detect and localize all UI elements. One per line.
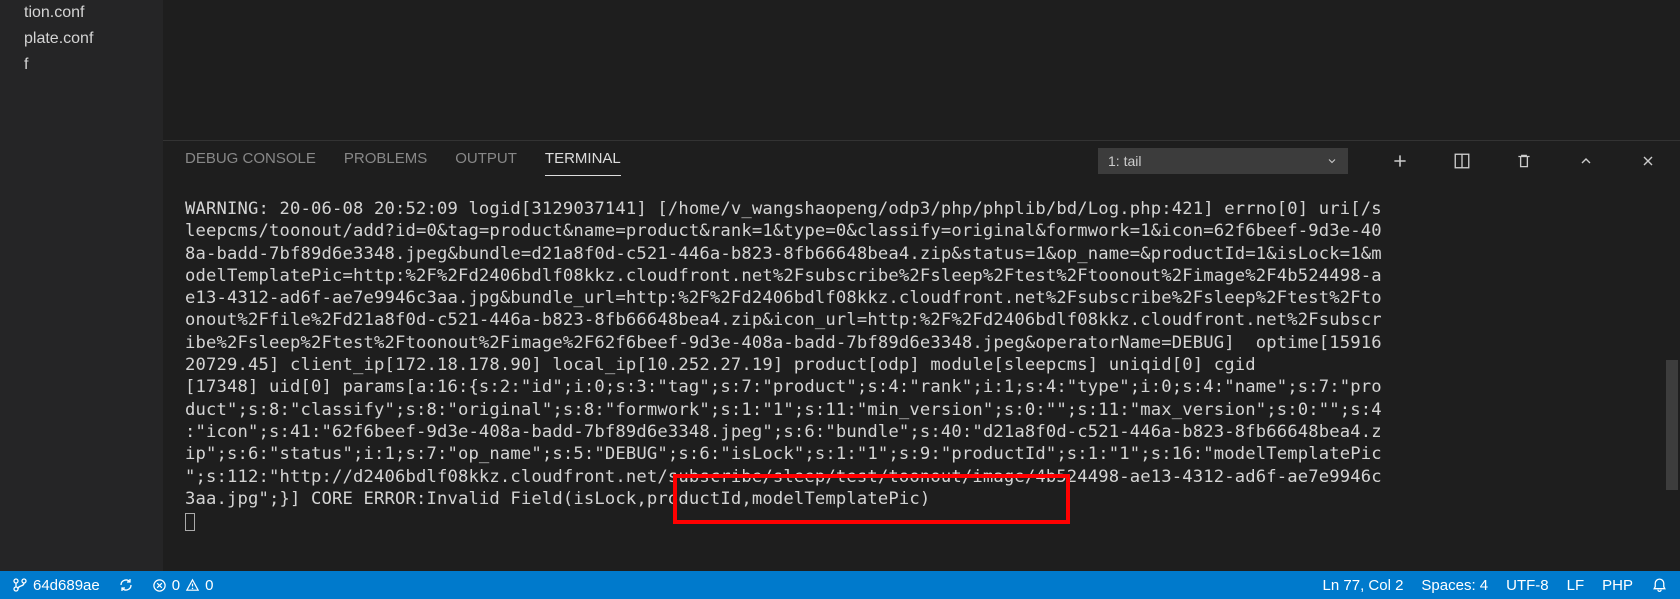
bell-icon: [1651, 577, 1668, 594]
plus-icon: [1391, 152, 1409, 170]
cursor-position[interactable]: Ln 77, Col 2: [1323, 577, 1404, 594]
chevron-down-icon: [1326, 155, 1338, 167]
file-tree-item[interactable]: f: [0, 52, 163, 78]
panel-tab-bar: DEBUG CONSOLE PROBLEMS OUTPUT TERMINAL 1…: [163, 140, 1680, 180]
status-bar: 64d689ae 0 0 Ln 77, Col 2 Spaces: 4 UTF-…: [0, 571, 1680, 599]
sync-status[interactable]: [118, 577, 134, 593]
tab-terminal[interactable]: TERMINAL: [545, 146, 621, 176]
encoding-status[interactable]: UTF-8: [1506, 577, 1549, 594]
terminal-selector-label: 1: tail: [1108, 153, 1141, 169]
editor-viewport[interactable]: [163, 0, 1680, 140]
file-explorer-sidebar[interactable]: tion.conf plate.conf f: [0, 0, 163, 571]
terminal-selector-dropdown[interactable]: 1: tail: [1098, 148, 1348, 174]
warning-count: 0: [205, 577, 213, 594]
notifications-button[interactable]: [1651, 577, 1668, 594]
maximize-panel-button[interactable]: [1576, 151, 1596, 171]
terminal-output: WARNING: 20-06-08 20:52:09 logid[3129037…: [185, 198, 1658, 532]
file-tree-item[interactable]: plate.conf: [0, 26, 163, 52]
eol-status[interactable]: LF: [1567, 577, 1585, 594]
chevron-up-icon: [1578, 153, 1594, 169]
file-tree-item[interactable]: tion.conf: [0, 0, 163, 26]
split-terminal-button[interactable]: [1452, 151, 1472, 171]
error-count: 0: [172, 577, 180, 594]
tab-output[interactable]: OUTPUT: [455, 146, 517, 175]
kill-terminal-button[interactable]: [1514, 151, 1534, 171]
file-label: plate.conf: [24, 30, 93, 47]
indentation-status[interactable]: Spaces: 4: [1421, 577, 1488, 594]
git-branch-label: 64d689ae: [33, 577, 100, 594]
terminal-panel[interactable]: WARNING: 20-06-08 20:52:09 logid[3129037…: [163, 180, 1680, 571]
git-branch-icon: [12, 577, 28, 593]
git-branch-status[interactable]: 64d689ae: [12, 577, 100, 594]
tab-problems[interactable]: PROBLEMS: [344, 146, 427, 175]
split-icon: [1453, 152, 1471, 170]
problems-status[interactable]: 0 0: [152, 577, 214, 594]
new-terminal-button[interactable]: [1390, 151, 1410, 171]
terminal-cursor: [185, 513, 195, 531]
warning-icon: [185, 578, 200, 593]
error-icon: [152, 578, 167, 593]
close-icon: [1640, 153, 1656, 169]
file-label: tion.conf: [24, 4, 84, 21]
trash-icon: [1515, 152, 1533, 170]
tab-debug-console[interactable]: DEBUG CONSOLE: [185, 146, 316, 175]
sync-icon: [118, 577, 134, 593]
terminal-scrollbar[interactable]: [1666, 360, 1678, 490]
language-mode[interactable]: PHP: [1602, 577, 1633, 594]
close-panel-button[interactable]: [1638, 151, 1658, 171]
file-label: f: [24, 56, 28, 73]
